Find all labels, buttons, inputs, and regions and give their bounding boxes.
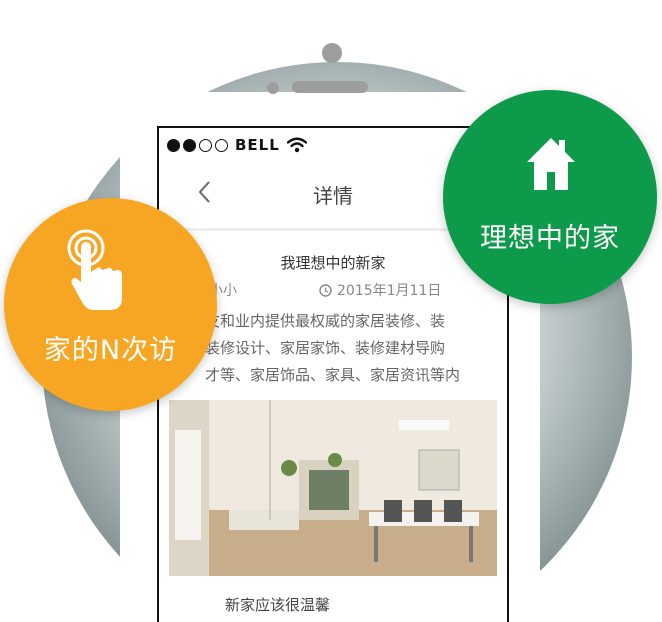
- promo-illustration: BELL 详情 我理想中的新家 小小 2015年1月11日 友和业内提供最权威的: [0, 0, 662, 622]
- signal-dot-filled: [183, 138, 196, 152]
- visits-badge[interactable]: 家的N次访: [4, 198, 217, 411]
- article-line: 友和业内提供最权威的家居装修、装: [205, 312, 446, 330]
- article-line: 才等、家居饰品、家具、家居资讯等内: [205, 366, 461, 384]
- article-line: 装修设计、家居家饰、装修建材导购: [205, 339, 446, 357]
- phone-camera: [322, 43, 342, 63]
- wifi-icon: [286, 137, 307, 153]
- article-date: 2015年1月11日: [319, 280, 441, 300]
- phone-speaker: [292, 81, 368, 93]
- article-body: 友和业内提供最权威的家居装修、装 装修设计、家居家饰、装修建材导购 才等、家居饰…: [205, 308, 501, 389]
- photo-caption: 新家应该很温馨: [225, 596, 331, 614]
- phone-sensor: [267, 82, 279, 94]
- home-icon: [527, 138, 575, 190]
- clock-icon: [319, 283, 332, 297]
- ideal-home-badge[interactable]: 理想中的家: [443, 90, 657, 304]
- signal-dot-empty: [199, 138, 212, 152]
- ideal-home-label: 理想中的家: [480, 223, 620, 254]
- tap-finger-icon: [67, 229, 122, 310]
- article-photo: [169, 400, 497, 576]
- signal-dot-filled: [167, 138, 180, 152]
- signal-dot-empty: [215, 138, 228, 152]
- article-date-text: 2015年1月11日: [337, 283, 442, 299]
- carrier-name: BELL: [235, 136, 280, 154]
- status-bar: BELL: [167, 134, 307, 156]
- room-photo-illustration: [169, 400, 497, 576]
- visits-label: 家的N次访: [43, 335, 178, 366]
